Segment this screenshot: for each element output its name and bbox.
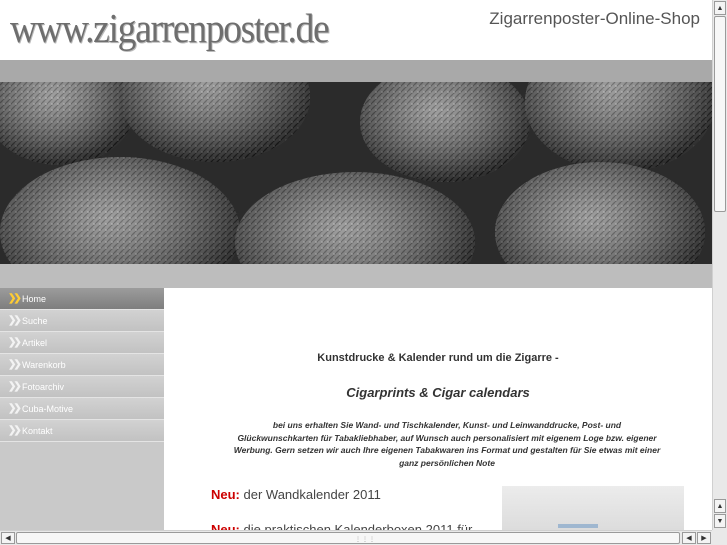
sidebar-item-artikel[interactable]: ❯❯ Artikel [0,332,164,354]
paragraph-line: ganz persönlichen Note [399,457,495,468]
horizontal-scrollbar[interactable]: ◀ ⋮⋮⋮ ◀ ▶ [0,530,712,545]
double-chevron-right-icon: ❯❯ [8,337,22,348]
intro-paragraph: bei uns erhalten Sie Wand- und Tischkale… [208,419,686,469]
paragraph-line: Werbung. Gern setzen wir auch Ihre eigen… [233,445,661,455]
scrollbar-corner [712,530,727,545]
double-chevron-right-icon: ❯❯ [8,359,22,370]
header: www.zigarrenposter.de Zigarrenposter-Onl… [0,0,712,60]
news-text: die praktischen Kalenderboxen 2011 für [239,522,473,530]
sidebar-item-label: Home [22,293,47,304]
scroll-right-button[interactable]: ▶ [697,532,711,544]
news-item: Neu: die praktischen Kalenderboxen 2011 … [211,522,472,530]
shop-title: Zigarrenposter-Online-Shop [489,9,700,28]
page-headline: Kunstdrucke & Kalender rund um die Zigar… [317,352,559,364]
grip-icon: ⋮⋮⋮ [355,537,376,543]
sidebar-item-label: Fotoarchiv [22,381,65,392]
sidebar-item-cuba-motive[interactable]: ❯❯ Cuba-Motive [0,398,164,420]
scroll-up-button[interactable]: ▲ [714,1,726,15]
sidebar-item-label: Cuba-Motive [22,403,74,414]
scroll-left-button-right[interactable]: ◀ [682,532,696,544]
paragraph-line: bei uns erhalten Sie Wand- und Tischkale… [272,420,622,430]
news-item: Neu: der Wandkalender 2011 [211,487,381,502]
calendar-thumbnail[interactable] [502,486,684,530]
sidebar-item-label: Suche [22,315,48,326]
sidebar-item-warenkorb[interactable]: ❯❯ Warenkorb [0,354,164,376]
thumbnail-detail [558,524,598,528]
double-chevron-right-icon: ❯❯ [8,315,22,326]
page-subheadline: Cigarprints & Cigar calendars [346,385,530,400]
header-band [0,60,712,82]
sidebar-item-fotoarchiv[interactable]: ❯❯ Fotoarchiv [0,376,164,398]
scroll-down-button[interactable]: ▼ [714,514,726,528]
scroll-up-button-lower[interactable]: ▲ [714,499,726,513]
sidebar-item-label: Artikel [22,337,48,348]
sidebar-item-home[interactable]: ❯❯ Home [0,288,164,310]
sidebar-item-label: Kontakt [22,425,53,436]
news-label: Neu: [211,487,240,502]
double-chevron-right-icon: ❯❯ [8,425,22,436]
vertical-scrollbar[interactable]: ▲ ▲ ▼ [712,0,727,530]
double-chevron-right-icon: ❯❯ [8,381,22,392]
double-chevron-right-icon: ❯❯ [8,293,22,304]
horizontal-scroll-thumb[interactable]: ⋮⋮⋮ [16,532,680,544]
paragraph-line: Glückwunschkarten für Tabakliebhaber, au… [237,432,657,443]
page: www.zigarrenposter.de Zigarrenposter-Onl… [0,0,712,530]
banner-footer-band [0,264,712,288]
sidebar-item-label: Warenkorb [22,359,66,370]
double-chevron-right-icon: ❯❯ [8,403,22,414]
vertical-scroll-thumb[interactable] [714,16,726,212]
banner-image [0,82,712,264]
sidebar-item-suche[interactable]: ❯❯ Suche [0,310,164,332]
news-text: der Wandkalender 2011 [239,487,381,502]
scroll-left-button[interactable]: ◀ [1,532,15,544]
news-label: Neu: [211,522,240,530]
site-logo[interactable]: www.zigarrenposter.de [10,4,330,52]
sidebar-item-kontakt[interactable]: ❯❯ Kontakt [0,420,164,442]
sidebar-nav: ❯❯ Home ❯❯ Suche ❯❯ Artikel ❯❯ Warenkorb… [0,288,164,530]
main-content: Kunstdrucke & Kalender rund um die Zigar… [164,288,712,530]
